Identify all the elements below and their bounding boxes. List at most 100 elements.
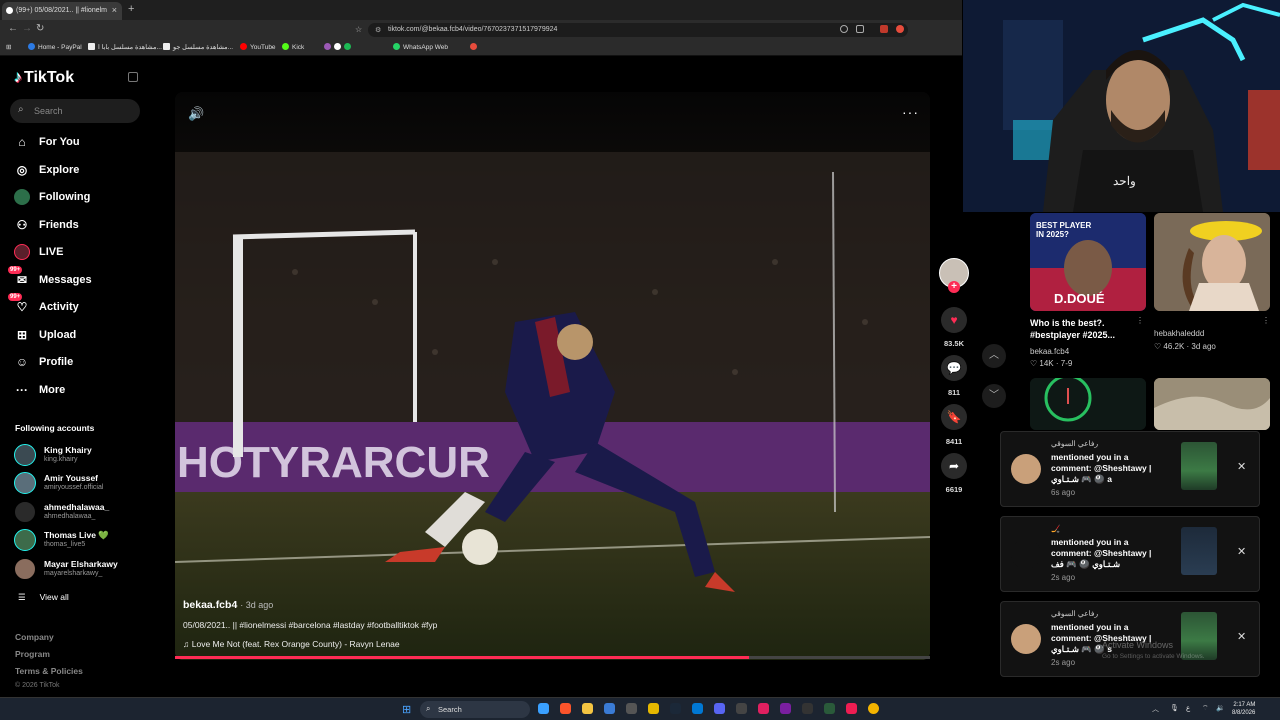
avatar <box>14 444 36 466</box>
store-icon[interactable] <box>604 703 615 714</box>
bookmark-series-1[interactable]: مشاهدة مسلسل بابا ا... <box>88 43 162 51</box>
file-explorer-icon[interactable] <box>582 703 593 714</box>
rec-video-user[interactable]: hebakhaleddd <box>1154 329 1204 338</box>
follow-plus-icon[interactable]: + <box>948 281 960 293</box>
volume-icon[interactable]: 🔉 <box>1216 704 1225 712</box>
notification-message: mentioned you in a comment: @Sheshtawy |… <box>1051 537 1152 569</box>
nav-friends[interactable]: ⚇ Friends <box>14 217 79 237</box>
recommended-video-thumbnail[interactable] <box>1154 213 1270 311</box>
footer-program-link[interactable]: Program <box>15 649 50 659</box>
bookmark-red-icon[interactable] <box>470 43 480 51</box>
comment-icon[interactable]: 💬 <box>941 355 967 381</box>
wifi-icon[interactable]: ⌔ <box>1202 704 1209 713</box>
extension-alert-icon[interactable] <box>896 25 904 33</box>
bookmark-icon[interactable]: 🔖 <box>941 404 967 430</box>
tiktok-app-icon[interactable] <box>846 703 857 714</box>
app-icon[interactable] <box>780 703 791 714</box>
close-icon[interactable]: ✕ <box>1237 545 1246 558</box>
video-progress-bar[interactable] <box>175 656 930 659</box>
sound-icon[interactable]: 🔊 <box>188 106 204 122</box>
nav-live[interactable]: LIVE <box>14 244 63 264</box>
bookmark-whatsapp[interactable]: WhatsApp Web <box>393 43 448 51</box>
rec-video-user[interactable]: bekaa.fcb4 <box>1030 347 1069 356</box>
apps-grid-icon[interactable]: ⊞ <box>6 43 11 51</box>
nav-profile[interactable]: ☺ Profile <box>14 354 73 374</box>
recommended-video-thumbnail[interactable] <box>1154 378 1270 430</box>
app-icon[interactable] <box>648 703 659 714</box>
back-icon[interactable]: ← <box>8 23 18 34</box>
notification-video-thumbnail[interactable] <box>1181 442 1217 490</box>
extension-icon[interactable] <box>880 25 888 33</box>
collapse-sidebar-icon[interactable] <box>128 72 138 82</box>
forward-icon[interactable]: → <box>22 23 32 34</box>
next-video-chevron-down-icon[interactable]: ﹀ <box>982 384 1006 408</box>
new-tab-button[interactable]: + <box>128 3 134 15</box>
tiktok-logo[interactable]: ♪ TikTok <box>14 69 74 87</box>
footer-terms-link[interactable]: Terms & Policies <box>15 666 83 676</box>
bookmark-star-icon[interactable]: ☆ <box>355 25 362 34</box>
close-icon[interactable]: ✕ <box>1237 460 1246 473</box>
nav-activity[interactable]: ♡ 99+ Activity <box>8 293 79 319</box>
search-input[interactable]: ⌕ Search <box>10 99 140 123</box>
app-icon[interactable] <box>824 703 835 714</box>
taskbar-search[interactable]: ⌕ Search <box>420 701 530 718</box>
football <box>462 529 498 565</box>
recommended-video-thumbnail[interactable]: BEST PLAYER IN 2025? D.DOUÉ <box>1030 213 1146 311</box>
avatar <box>1011 454 1041 484</box>
bookmark-kick[interactable]: Kick <box>282 43 304 51</box>
url-field[interactable]: ⚙ tiktok.com/@bekaa.fcb4/video/767023737… <box>368 23 908 37</box>
nav-messages[interactable]: ✉ 99+ Messages <box>8 266 92 292</box>
taskbar-clock[interactable]: 2:17 AM 8/8/2026 <box>1232 701 1255 717</box>
notification-toast[interactable]: 🏒 mentioned you in a comment: @Sheshtawy… <box>1000 516 1260 592</box>
like-heart-icon[interactable]: ♥ <box>941 307 967 333</box>
nav-explore[interactable]: ◎ Explore <box>14 162 80 182</box>
notification-sender: رفاعي السوقي <box>1051 609 1099 618</box>
notification-toast[interactable]: رفاعي السوقي mentioned you in a comment:… <box>1000 601 1260 677</box>
nav-more[interactable]: ··· More <box>14 382 65 402</box>
close-icon[interactable]: ✕ <box>1237 630 1246 643</box>
tray-chevron-icon[interactable]: ︿ <box>1152 704 1159 714</box>
recommended-video-thumbnail[interactable] <box>1030 378 1146 430</box>
notification-time: 6s ago <box>1051 488 1076 497</box>
share-arrow-icon[interactable]: ➦ <box>941 453 967 479</box>
footer-company-link[interactable]: Company <box>15 632 54 642</box>
rec-video-title[interactable]: Who is the best?. #bestplayer #2025... <box>1030 317 1135 341</box>
bookmark-misc-icons[interactable] <box>324 43 354 51</box>
windows-start-icon[interactable]: ⊞ <box>402 703 411 716</box>
bookmark-series-2[interactable]: مشاهدة مسلسل جو... <box>163 43 233 51</box>
nav-for-you[interactable]: ⌂ For You <box>14 134 79 154</box>
notification-video-thumbnail[interactable] <box>1181 527 1217 575</box>
video-player[interactable]: HOTYRARCUR <box>175 92 930 660</box>
microphone-icon[interactable]: 🎙 <box>1170 704 1179 712</box>
settings-gear-icon[interactable] <box>626 703 637 714</box>
steam-icon[interactable] <box>670 703 681 714</box>
calculator-icon[interactable] <box>736 703 747 714</box>
reload-icon[interactable]: ↻ <box>36 23 44 34</box>
copilot-icon[interactable] <box>538 703 549 714</box>
chrome-icon[interactable] <box>868 703 879 714</box>
rec-more-icon[interactable]: ⋮ <box>1262 316 1270 325</box>
notification-toast[interactable]: رفاعي السوقي mentioned you in a comment:… <box>1000 431 1260 507</box>
app-icon[interactable] <box>758 703 769 714</box>
previous-video-chevron-up-icon[interactable]: ︿ <box>982 344 1006 368</box>
zoom-icon[interactable] <box>840 25 848 33</box>
more-options-icon[interactable]: ··· <box>902 104 919 120</box>
discord-icon[interactable] <box>714 703 725 714</box>
video-music[interactable]: ♫ Love Me Not (feat. Rex Orange County) … <box>183 639 400 649</box>
nav-following[interactable]: Following <box>14 189 90 209</box>
clock-time: 2:17 AM <box>1233 702 1256 708</box>
site-info-icon[interactable]: ⚙ <box>375 26 381 34</box>
video-author[interactable]: bekaa.fcb4 · 3d ago <box>183 599 273 611</box>
view-all-button[interactable]: ☰ View all <box>18 592 69 603</box>
brave-browser-icon[interactable] <box>560 703 571 714</box>
app-icon[interactable] <box>802 703 813 714</box>
cast-icon[interactable] <box>856 25 864 33</box>
bookmark-paypal[interactable]: Home - PayPal <box>28 43 82 51</box>
bookmark-youtube[interactable]: YouTube <box>240 43 276 51</box>
edge-icon[interactable] <box>692 703 703 714</box>
rec-more-icon[interactable]: ⋮ <box>1136 316 1144 325</box>
tab-close-icon[interactable]: × <box>112 5 117 15</box>
browser-tab-active[interactable]: (99+) 05/08/2021.. || #lionelm × <box>2 2 122 20</box>
nav-upload[interactable]: ⊞ Upload <box>14 327 76 347</box>
language-indicator[interactable]: ع <box>1186 704 1190 712</box>
